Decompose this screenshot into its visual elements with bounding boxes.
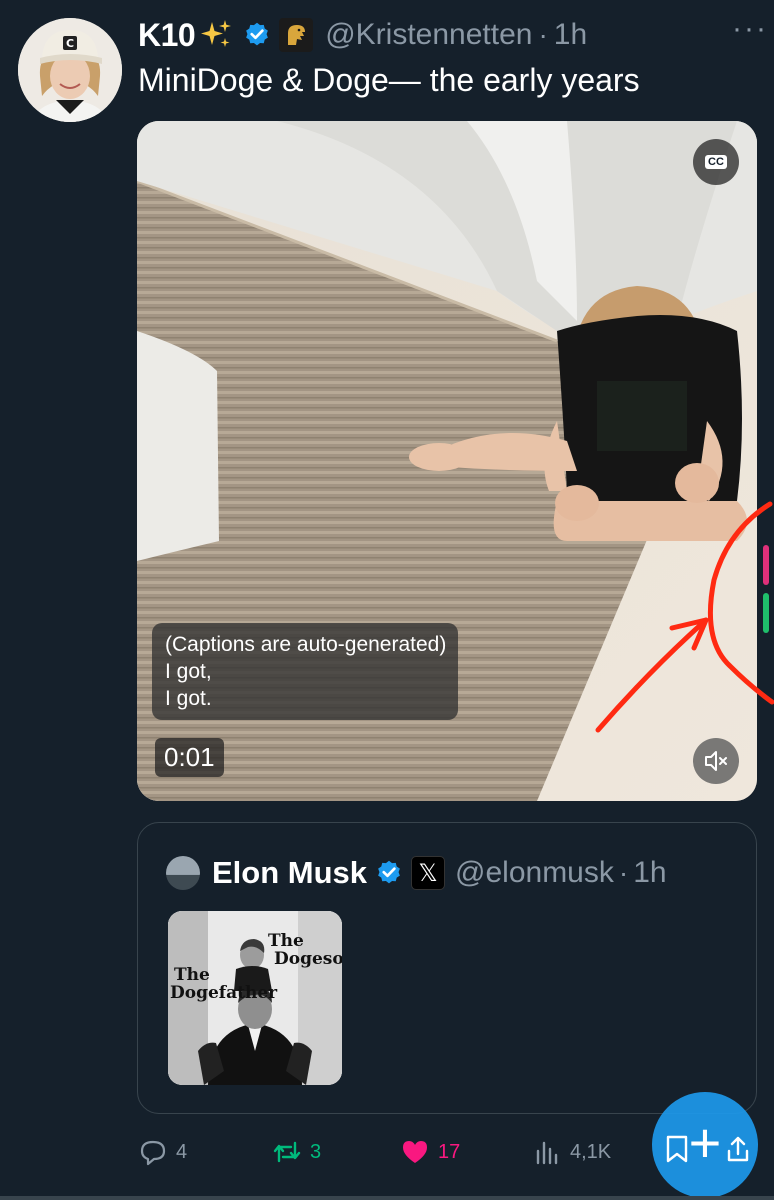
more-options-icon[interactable]: ··· bbox=[732, 12, 768, 46]
lion-logo-icon bbox=[288, 25, 306, 45]
separator-dot: · bbox=[538, 19, 548, 50]
quoted-tweet-card[interactable]: Elon Musk 𝕏 @elonmusk · 1h The Dogeso Th… bbox=[137, 822, 757, 1114]
quoted-author-avatar[interactable] bbox=[166, 856, 200, 890]
bookmark-icon[interactable] bbox=[664, 1134, 690, 1164]
retweet-button[interactable]: 3 bbox=[272, 1132, 321, 1172]
closed-captions-button[interactable]: CC bbox=[693, 139, 739, 185]
scroll-indicator bbox=[763, 545, 769, 633]
author-display-name[interactable]: K10 bbox=[138, 17, 196, 54]
video-player[interactable]: CC (Captions are auto-generated) I got, … bbox=[137, 121, 757, 801]
video-captions: (Captions are auto-generated) I got, I g… bbox=[152, 623, 459, 720]
closed-captions-icon: CC bbox=[705, 155, 727, 169]
quoted-author-handle[interactable]: @elonmusk bbox=[455, 856, 614, 890]
separator-dot: · bbox=[618, 857, 629, 888]
retweet-count: 3 bbox=[310, 1140, 322, 1163]
tweet-text: MiniDoge & Doge— the early years bbox=[138, 62, 640, 98]
views-button[interactable]: 4,1K bbox=[532, 1132, 611, 1172]
quoted-tweet-header: Elon Musk 𝕏 @elonmusk · 1h bbox=[166, 851, 667, 895]
x-affiliation-badge-icon[interactable]: 𝕏 bbox=[411, 856, 446, 890]
reply-icon bbox=[140, 1140, 166, 1166]
tweet-header: K10 @Kristennetten · 1h bbox=[138, 10, 758, 60]
views-count: 4,1K bbox=[570, 1140, 612, 1163]
compose-plus-icon: + bbox=[688, 1111, 722, 1174]
verified-badge-icon[interactable] bbox=[375, 859, 403, 887]
poster-title-text: The bbox=[174, 965, 210, 985]
retweet-icon bbox=[273, 1141, 301, 1163]
quoted-author-name[interactable]: Elon Musk bbox=[212, 855, 367, 891]
speaker-muted-icon bbox=[705, 751, 727, 771]
poster-title-text: Dogefather bbox=[170, 983, 278, 1003]
divider bbox=[0, 1196, 774, 1200]
author-avatar[interactable]: C bbox=[18, 18, 122, 122]
poster-title-text: The bbox=[268, 931, 304, 951]
affiliation-badge-icon[interactable] bbox=[279, 18, 314, 52]
caption-line: I got, bbox=[165, 660, 212, 683]
like-button[interactable]: 17 bbox=[400, 1132, 460, 1172]
svg-text:C: C bbox=[66, 37, 74, 50]
tweet-detail-page: C K10 @Kristennetten · 1h ··· MiniDoge &… bbox=[0, 0, 774, 1200]
heart-icon bbox=[403, 1141, 427, 1163]
compose-fab-button[interactable]: + bbox=[652, 1092, 758, 1198]
video-timecode: 0:01 bbox=[155, 738, 224, 777]
verified-badge-icon[interactable] bbox=[243, 21, 271, 49]
poster-title-text: Dogeson bbox=[274, 949, 342, 969]
reply-count: 4 bbox=[176, 1140, 188, 1163]
tweet-timestamp[interactable]: 1h bbox=[554, 18, 587, 52]
views-icon bbox=[536, 1141, 558, 1165]
sparkles-icon bbox=[201, 20, 232, 47]
author-handle[interactable]: @Kristennetten bbox=[325, 18, 532, 52]
quoted-tweet-timestamp[interactable]: 1h bbox=[633, 856, 666, 890]
quoted-tweet-image[interactable]: The Dogeson The Dogefather bbox=[168, 911, 342, 1085]
like-count: 17 bbox=[438, 1140, 461, 1163]
share-icon[interactable] bbox=[724, 1134, 752, 1164]
caption-line: I got. bbox=[165, 687, 212, 710]
mute-button[interactable] bbox=[693, 738, 739, 784]
reply-button[interactable]: 4 bbox=[138, 1132, 187, 1172]
caption-line: (Captions are auto-generated) bbox=[165, 633, 447, 656]
